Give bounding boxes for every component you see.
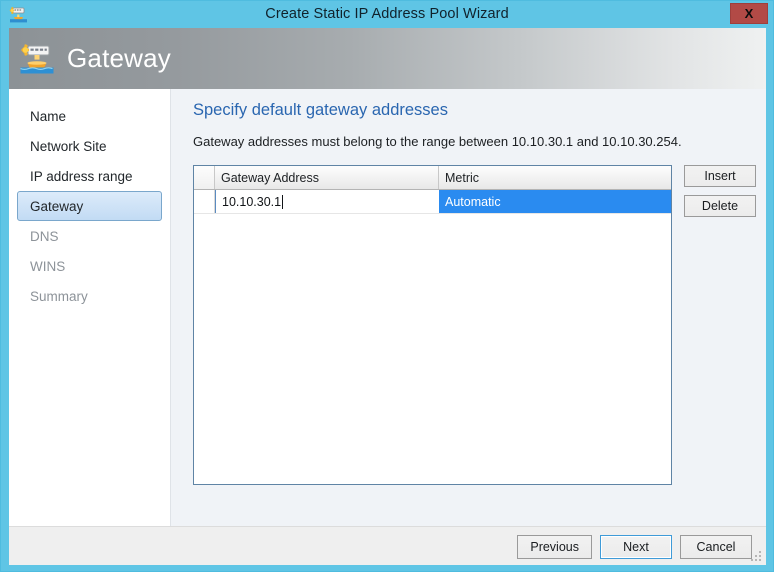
sidebar-item-dns: DNS [17,221,162,251]
banner-title: Gateway [67,43,172,73]
column-header-gateway-address[interactable]: Gateway Address [215,166,439,189]
table-row[interactable]: 10.10.30.1 Automatic [194,190,671,214]
sidebar-item-label: Network Site [30,138,107,154]
sidebar-item-label: DNS [30,228,59,244]
sidebar-item-name[interactable]: Name [17,101,162,131]
sidebar-item-summary: Summary [17,281,162,311]
sidebar-item-label: Gateway [30,198,84,214]
footer-buttons: Previous Next Cancel [517,535,752,559]
close-button[interactable]: X [730,3,768,24]
grid-row-selector-header [194,166,215,189]
gateway-address-grid[interactable]: Gateway Address Metric 10.10.30.1 Automa… [193,165,672,485]
sidebar-item-network-site[interactable]: Network Site [17,131,162,161]
sidebar-item-label: Summary [30,288,88,304]
title-bar: Create Static IP Address Pool Wizard X [1,1,773,27]
wizard-body: Name Network Site IP address range Gatew… [9,89,766,526]
next-button[interactable]: Next [600,535,672,559]
sidebar-item-gateway[interactable]: Gateway [17,191,162,221]
previous-button[interactable]: Previous [517,535,592,559]
sidebar-item-label: Name [30,108,67,124]
gateway-address-input[interactable]: 10.10.30.1 [215,190,439,213]
window-title: Create Static IP Address Pool Wizard [265,6,509,22]
page-banner: Gateway [9,28,766,89]
content-panel: Specify default gateway addresses Gatewa… [171,89,766,526]
text-caret [282,194,284,209]
metric-cell[interactable]: Automatic [439,190,671,213]
page-description: Gateway addresses must belong to the ran… [193,134,682,149]
cancel-button[interactable]: Cancel [680,535,752,559]
page-title: Specify default gateway addresses [193,101,448,119]
wizard-window: Create Static IP Address Pool Wizard X G… [0,0,774,572]
gateway-address-value: 10.10.30.1 [222,194,282,209]
row-selector-cell[interactable] [194,190,215,213]
column-header-metric[interactable]: Metric [439,166,671,189]
sidebar-item-label: IP address range [30,168,133,184]
delete-button[interactable]: Delete [684,195,756,217]
gateway-icon [19,42,55,75]
insert-button[interactable]: Insert [684,165,756,187]
grid-and-actions: Gateway Address Metric 10.10.30.1 Automa… [193,165,766,485]
grid-action-buttons: Insert Delete [684,165,756,217]
sidebar-item-ip-address-range[interactable]: IP address range [17,161,162,191]
resize-grip[interactable] [751,551,762,562]
sidebar-item-label: WINS [30,258,66,274]
screen: Create Static IP Address Pool Wizard X G… [0,0,774,576]
wizard-steps-sidebar: Name Network Site IP address range Gatew… [9,89,171,526]
wizard-footer: Previous Next Cancel [9,526,766,565]
sidebar-item-wins: WINS [17,251,162,281]
grid-header-row: Gateway Address Metric [194,166,671,190]
ip-address-pool-icon [9,5,28,23]
